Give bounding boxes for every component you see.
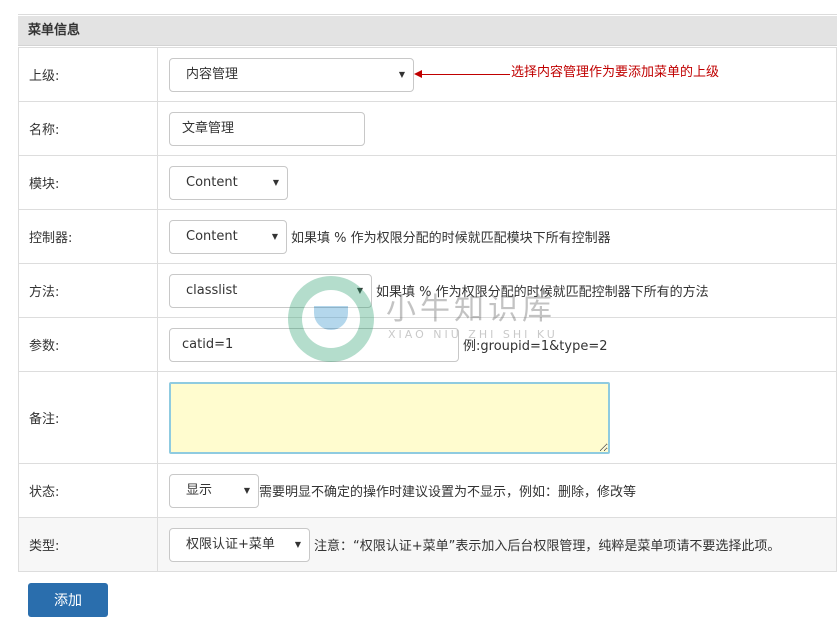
status-select-value: 显示 [186, 482, 213, 498]
type-hint: 注意：“权限认证+菜单”表示加入后台权限管理，纯粹是菜单项请不要选择此项。 [314, 539, 781, 554]
module-select[interactable]: Content ▼ [169, 165, 288, 200]
controller-label: 控制器: [18, 209, 158, 264]
parent-select[interactable]: 内容管理 ▼ [169, 57, 414, 92]
type-select-value: 权限认证+菜单 [186, 536, 275, 552]
status-label: 状态: [18, 463, 158, 518]
annotation-line [422, 74, 510, 75]
module-select-value: Content [186, 174, 238, 190]
form-row-remark: 备注: [18, 371, 837, 464]
caret-down-icon: ▼ [243, 485, 250, 495]
params-label: 参数: [18, 317, 158, 372]
form-row-status: 状态: 显示 ▼ 需要明显不确定的操作时建议设置为不显示，例如：删除，修改等 [18, 463, 837, 518]
controller-select[interactable]: Content ▼ [169, 219, 287, 254]
form-row-type: 类型: 权限认证+菜单 ▼ 注意：“权限认证+菜单”表示加入后台权限管理，纯粹是… [18, 517, 837, 572]
top-divider [18, 14, 837, 15]
form-row-method: 方法: classlist ▼ 如果填 % 作为权限分配的时候就匹配控制器下所有… [18, 263, 837, 318]
form-row-controller: 控制器: Content ▼ 如果填 % 作为权限分配的时候就匹配模块下所有控制… [18, 209, 837, 264]
controller-hint: 如果填 % 作为权限分配的时候就匹配模块下所有控制器 [291, 231, 611, 246]
caret-down-icon: ▼ [356, 285, 363, 295]
caret-down-icon: ▼ [398, 69, 405, 79]
form-row-module: 模块: Content ▼ [18, 155, 837, 210]
caret-down-icon: ▼ [272, 177, 279, 187]
annotation-text: 选择内容管理作为要添加菜单的上级 [511, 65, 720, 80]
module-label: 模块: [18, 155, 158, 210]
parent-label: 上级: [18, 47, 158, 102]
arrow-left-icon [414, 70, 422, 78]
caret-down-icon: ▼ [294, 539, 301, 549]
status-hint: 需要明显不确定的操作时建议设置为不显示，例如：删除，修改等 [259, 485, 637, 500]
name-input[interactable]: 文章管理 [169, 111, 365, 146]
params-hint: 例:groupid=1&type=2 [463, 339, 608, 354]
type-label: 类型: [18, 517, 158, 572]
controller-select-value: Content [186, 228, 238, 244]
method-select-value: classlist [186, 282, 238, 298]
remark-label: 备注: [18, 371, 158, 464]
params-input[interactable]: catid=1 [169, 327, 459, 362]
menu-form: 上级: 内容管理 ▼ 名称: 文章管理 模块: Content ▼ 控制器: C… [18, 47, 837, 572]
parent-annotation: 选择内容管理作为要添加菜单的上级 [414, 66, 734, 98]
name-label: 名称: [18, 101, 158, 156]
add-button[interactable]: 添加 [28, 583, 108, 617]
type-select[interactable]: 权限认证+菜单 ▼ [169, 527, 310, 562]
form-row-name: 名称: 文章管理 [18, 101, 837, 156]
method-label: 方法: [18, 263, 158, 318]
method-hint: 如果填 % 作为权限分配的时候就匹配控制器下所有的方法 [376, 285, 709, 300]
panel-title: 菜单信息 [18, 16, 837, 46]
method-select[interactable]: classlist ▼ [169, 273, 372, 308]
parent-select-value: 内容管理 [186, 66, 239, 82]
remark-textarea[interactable] [169, 381, 610, 454]
caret-down-icon: ▼ [271, 231, 278, 241]
status-select[interactable]: 显示 ▼ [169, 473, 259, 508]
form-row-params: 参数: catid=1 例:groupid=1&type=2 [18, 317, 837, 372]
